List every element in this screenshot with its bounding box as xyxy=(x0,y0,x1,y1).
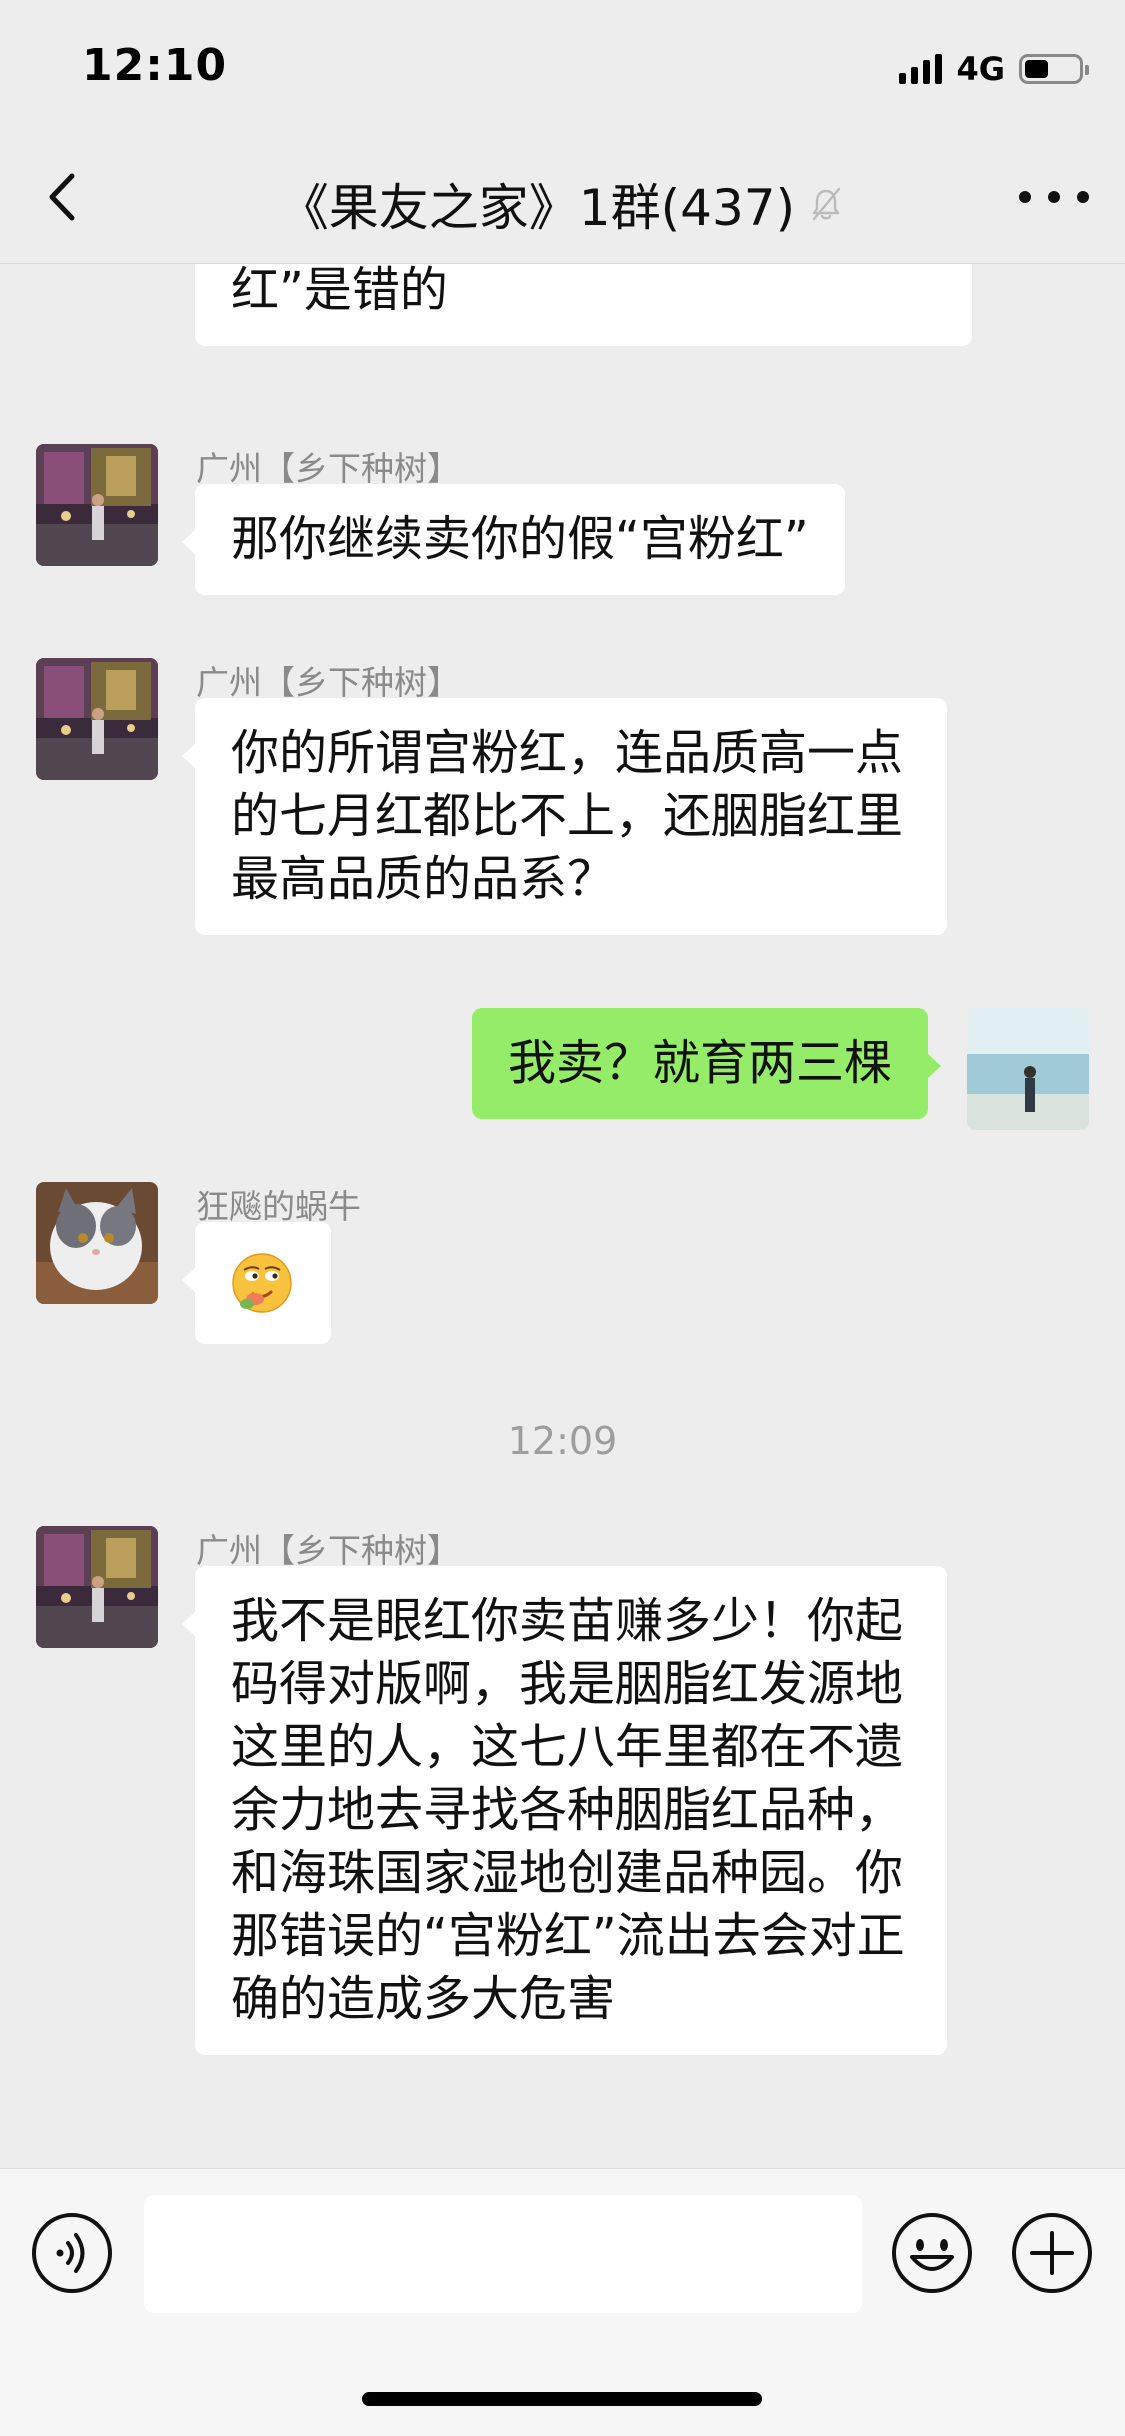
message-input[interactable] xyxy=(144,2195,862,2313)
self-avatar[interactable] xyxy=(967,1008,1089,1130)
bell-muted-icon xyxy=(812,187,841,221)
battery-icon xyxy=(1019,54,1089,84)
avatar[interactable] xyxy=(36,1182,158,1304)
status-indicators: 4G xyxy=(899,48,1089,90)
message-text: 觉，我也说过他的另一种“宫粉红”是错的 xyxy=(231,264,448,318)
message-bubble[interactable]: 你的所谓宫粉红，连品质高一点的七月红都比不上，还胭脂红里最高品质的品系？ xyxy=(182,698,947,935)
voice-icon xyxy=(32,2213,112,2293)
message-bubble[interactable] xyxy=(182,1222,331,1344)
home-indicator[interactable] xyxy=(362,2392,762,2406)
emoji-button[interactable] xyxy=(890,2211,974,2295)
chat-title-area[interactable]: 《果友之家》1群(437) xyxy=(150,168,975,240)
message-bubble[interactable]: 觉，我也说过他的另一种“宫粉红”是错的 xyxy=(195,264,972,346)
more-options-button[interactable] xyxy=(1019,172,1089,222)
chevron-left-icon xyxy=(49,173,75,221)
sender-name: 广州【乡下种树】 xyxy=(196,1531,460,1570)
avatar[interactable] xyxy=(36,1526,158,1648)
message-bubble[interactable]: 我卖？就育两三棵 xyxy=(471,1008,942,1119)
smirk-emoji-icon xyxy=(232,1253,292,1313)
message-text: 我卖？就育两三棵 xyxy=(507,1035,892,1091)
message-bubble[interactable]: 我不是眼红你卖苗赚多少！你起码得对版啊，我是胭脂红发源地这里的人，这七八年里都在… xyxy=(182,1566,947,2055)
chat-message-list[interactable]: 觉，我也说过他的另一种“宫粉红”是错的 广州【乡下种树】 那你继续卖你的假“宫粉… xyxy=(0,264,1125,2168)
message-text: 你的所谓宫粉红，连品质高一点的七月红都比不上，还胭脂红里最高品质的品系？ xyxy=(231,725,904,907)
message-bubble[interactable]: 那你继续卖你的假“宫粉红” xyxy=(182,484,845,595)
signal-icon xyxy=(899,54,943,84)
nav-bar: 《果友之家》1群(437) xyxy=(0,132,1125,264)
message-text: 我不是眼红你卖苗赚多少！你起码得对版啊，我是胭脂红发源地这里的人，这七八年里都在… xyxy=(231,1593,905,2027)
avatar[interactable] xyxy=(36,658,158,780)
avatar[interactable] xyxy=(36,444,158,566)
more-dots-icon xyxy=(1019,191,1031,203)
sender-name: 广州【乡下种树】 xyxy=(196,449,460,488)
more-functions-button[interactable] xyxy=(1010,2211,1094,2295)
plus-icon xyxy=(1012,2213,1092,2293)
message-text: 那你继续卖你的假“宫粉红” xyxy=(231,511,809,567)
back-button[interactable] xyxy=(30,162,100,232)
message-timestamp: 12:09 xyxy=(507,1419,618,1463)
chat-title: 《果友之家》1群(437) xyxy=(278,179,796,237)
battery-level xyxy=(1025,60,1048,78)
sender-name: 狂飚的蜗牛 xyxy=(196,1187,361,1226)
voice-input-button[interactable] xyxy=(30,2211,114,2295)
network-type: 4G xyxy=(956,50,1005,88)
status-bar: 12:10 4G xyxy=(0,0,1125,132)
emoji-icon xyxy=(892,2213,972,2293)
sender-name: 广州【乡下种树】 xyxy=(196,663,460,702)
status-time: 12:10 xyxy=(82,40,228,91)
